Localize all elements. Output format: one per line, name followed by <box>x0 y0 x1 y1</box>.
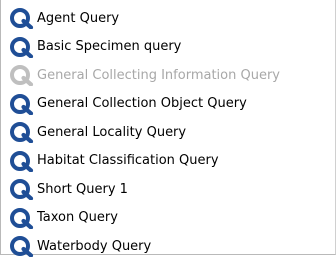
query-q-icon <box>10 122 34 144</box>
query-item-label: General Collection Object Query <box>37 96 247 112</box>
query-item-label: Waterbody Query <box>37 238 152 254</box>
query-q-icon <box>10 150 34 172</box>
query-item-general-collecting-information: General Collecting Information Query <box>1 61 335 90</box>
query-item-waterbody[interactable]: Waterbody Query <box>1 232 335 261</box>
query-item-general-locality[interactable]: General Locality Query <box>1 118 335 147</box>
query-item-label: General Collecting Information Query <box>37 67 280 83</box>
query-item-label: Agent Query <box>37 10 120 26</box>
query-item-basic-specimen[interactable]: Basic Specimen query <box>1 33 335 62</box>
query-item-short-query-1[interactable]: Short Query 1 <box>1 175 335 204</box>
query-item-label: Habitat Classification Query <box>37 153 219 169</box>
query-item-habitat-classification[interactable]: Habitat Classification Query <box>1 147 335 176</box>
query-q-icon <box>10 8 34 30</box>
query-item-agent[interactable]: Agent Query <box>1 4 335 33</box>
query-item-general-collection-object[interactable]: General Collection Object Query <box>1 90 335 119</box>
query-item-label: General Locality Query <box>37 124 187 140</box>
query-item-label: Taxon Query <box>37 210 118 226</box>
query-item-taxon[interactable]: Taxon Query <box>1 204 335 233</box>
query-q-icon <box>10 207 34 229</box>
query-q-icon <box>10 93 34 115</box>
query-q-icon <box>10 36 34 58</box>
query-list-panel: Agent Query Basic Specimen query General… <box>0 0 336 258</box>
query-item-label: Basic Specimen query <box>37 39 182 55</box>
query-q-icon <box>10 236 34 258</box>
query-item-label: Short Query 1 <box>37 181 128 197</box>
query-q-icon <box>10 65 34 87</box>
query-q-icon <box>10 179 34 201</box>
query-list: Agent Query Basic Specimen query General… <box>1 0 335 261</box>
